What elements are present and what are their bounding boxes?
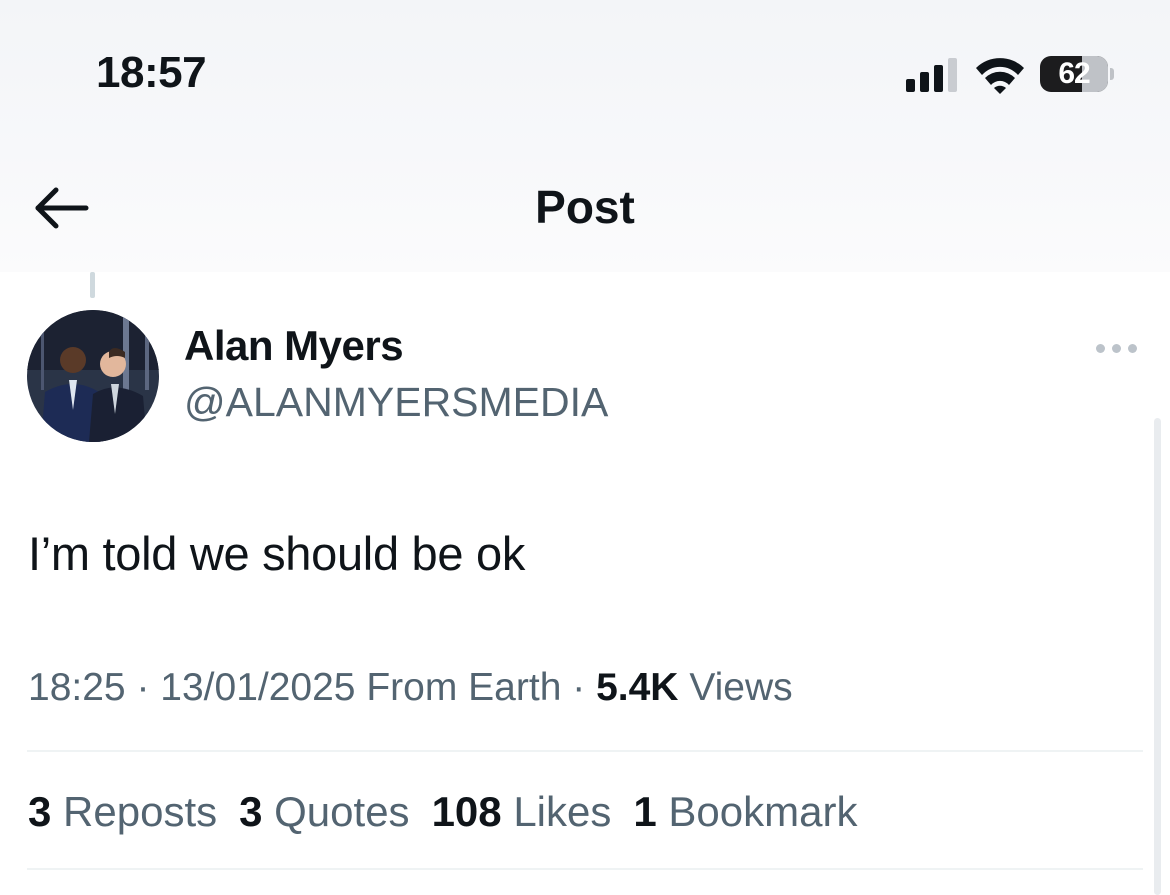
quotes-stat[interactable]: 3 Quotes: [239, 788, 409, 836]
likes-label: Likes: [513, 788, 612, 835]
scrollbar[interactable]: [1154, 418, 1161, 895]
meta-separator: ·: [136, 666, 150, 709]
more-options-button[interactable]: [1092, 338, 1140, 360]
avatar-photo: [27, 310, 159, 442]
reposts-stat[interactable]: 3 Reposts: [28, 788, 217, 836]
views-label[interactable]: Views: [689, 666, 792, 709]
battery-nub: [1110, 68, 1114, 80]
bookmarks-label: Bookmark: [668, 788, 858, 835]
quotes-count: 3: [239, 788, 263, 835]
author-name[interactable]: Alan Myers: [184, 322, 404, 370]
page-title: Post: [535, 181, 635, 233]
battery-icon: 62: [1040, 56, 1108, 92]
reposts-count: 3: [28, 788, 52, 835]
bookmarks-stat[interactable]: 1 Bookmark: [633, 788, 857, 836]
avatar[interactable]: [27, 310, 159, 442]
meta-separator: ·: [572, 666, 586, 709]
bookmarks-count: 1: [633, 788, 657, 835]
more-horizontal-icon: [1112, 344, 1121, 353]
more-horizontal-icon: [1096, 344, 1105, 353]
wifi-icon: [976, 58, 1024, 94]
likes-stat[interactable]: 108 Likes: [432, 788, 612, 836]
post-meta: 18:25 · 13/01/2025 From Earth · 5.4K Vie…: [28, 666, 793, 710]
author-handle[interactable]: @ALANMYERSMEDIA: [184, 379, 608, 426]
reposts-label: Reposts: [63, 788, 218, 835]
quotes-label: Quotes: [274, 788, 410, 835]
post-time[interactable]: 18:25: [28, 666, 126, 709]
divider: [27, 868, 1143, 870]
status-time: 18:57: [96, 48, 207, 97]
cellular-signal-icon: [906, 56, 962, 92]
post-stats: 3 Reposts 3 Quotes 108 Likes 1 Bookmark: [28, 788, 879, 836]
more-horizontal-icon: [1128, 344, 1137, 353]
post-location: From Earth: [366, 666, 562, 709]
likes-count: 108: [431, 788, 502, 835]
header-area: 18:57 62 Post: [0, 0, 1170, 272]
divider: [27, 750, 1143, 752]
post-text: I’m told we should be ok: [28, 527, 526, 580]
post-date[interactable]: 13/01/2025: [160, 666, 355, 709]
thread-connector-line: [90, 272, 95, 298]
battery-level: 62: [1058, 57, 1090, 90]
views-count[interactable]: 5.4K: [596, 666, 678, 709]
